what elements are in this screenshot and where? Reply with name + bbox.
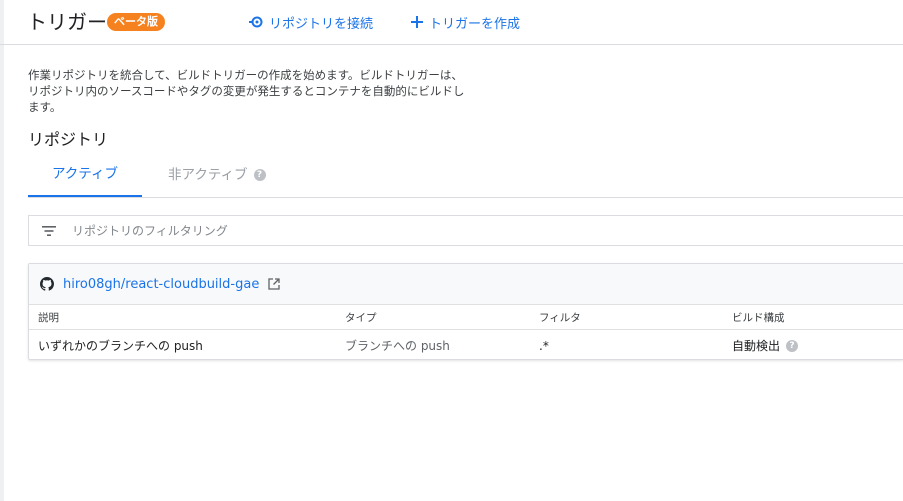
repository-link[interactable]: hiro08gh/react-cloudbuild-gae (63, 277, 259, 292)
beta-badge: ベータ版 (107, 13, 165, 31)
connect-icon (249, 16, 263, 28)
tab-bar: アクティブ 非アクティブ ? (28, 152, 903, 198)
connect-repository-label: リポジトリを接続 (269, 16, 374, 32)
trigger-type: ブランチへの push (345, 339, 450, 353)
tab-inactive[interactable]: 非アクティブ ? (168, 152, 266, 197)
help-icon[interactable]: ? (253, 168, 266, 181)
repository-card: hiro08gh/react-cloudbuild-gae 説明 タイプ フィル… (28, 263, 903, 360)
table-header: 説明 タイプ フィルタ ビルド構成 (29, 305, 903, 330)
create-trigger-label: トリガーを作成 (429, 16, 521, 32)
column-header-build-config: ビルド構成 (732, 311, 785, 324)
connect-repository-button[interactable]: リポジトリを接続 (248, 12, 373, 32)
plus-icon (411, 16, 423, 28)
page-title: トリガー (27, 10, 107, 34)
section-title-repositories: リポジトリ (28, 130, 109, 149)
github-icon (40, 277, 54, 291)
tab-inactive-label: 非アクティブ (168, 166, 248, 183)
filter-input[interactable] (70, 222, 834, 239)
help-icon[interactable]: ? (786, 339, 799, 352)
create-trigger-button[interactable]: トリガーを作成 (410, 12, 520, 32)
column-header-filter: フィルタ (539, 311, 581, 324)
intro-description: 作業リポジトリを統合して、ビルドトリガーの作成を始めます。ビルドトリガーは、リポ… (28, 68, 465, 114)
trigger-filter: .* (539, 338, 549, 353)
repository-filter (28, 215, 903, 246)
column-header-type: タイプ (345, 311, 377, 324)
left-edge-strip (0, 0, 4, 501)
trigger-description: いずれかのブランチへの push (38, 339, 203, 353)
page-header: トリガー ベータ版 リポジトリを接続 トリガーを作成 (0, 0, 903, 45)
column-header-description: 説明 (38, 311, 59, 324)
repository-card-header: hiro08gh/react-cloudbuild-gae (29, 264, 903, 305)
filter-icon (42, 225, 56, 236)
trigger-build-config: 自動検出 ? (732, 330, 799, 361)
external-link-icon[interactable] (268, 278, 280, 290)
table-row[interactable]: いずれかのブランチへの push ブランチへの push .* 自動検出 ? (29, 330, 903, 361)
build-config-value: 自動検出 (732, 339, 781, 353)
tab-active[interactable]: アクティブ (28, 152, 142, 197)
